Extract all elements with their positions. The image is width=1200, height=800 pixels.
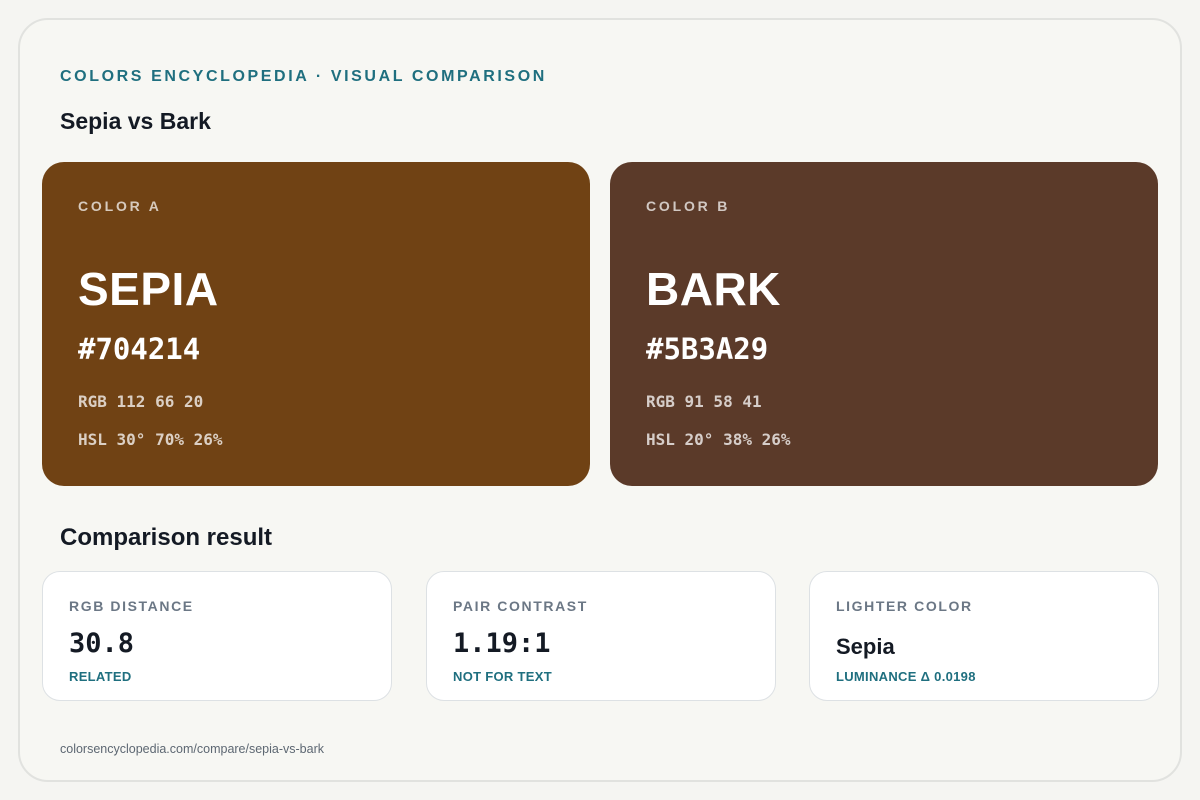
metric-label: RGB DISTANCE xyxy=(69,598,194,614)
color-a-hex: #704214 xyxy=(78,332,201,366)
color-b-hex: #5B3A29 xyxy=(646,332,769,366)
color-b-label: COLOR B xyxy=(646,198,731,214)
metric-lighter-color: LIGHTER COLOR Sepia LUMINANCE Δ 0.0198 xyxy=(809,571,1159,701)
color-a-hsl: HSL 30° 70% 26% xyxy=(78,430,223,449)
comparison-card: COLORS ENCYCLOPEDIA · VISUAL COMPARISON … xyxy=(18,18,1182,782)
site-eyebrow: COLORS ENCYCLOPEDIA · VISUAL COMPARISON xyxy=(60,68,547,85)
metric-value: 30.8 xyxy=(69,628,135,659)
swatch-color-b: COLOR B BARK #5B3A29 RGB 91 58 41 HSL 20… xyxy=(610,162,1158,486)
comparison-title: Comparison result xyxy=(60,524,273,551)
swatch-color-a: COLOR A SEPIA #704214 RGB 112 66 20 HSL … xyxy=(42,162,590,486)
metric-pair-contrast: PAIR CONTRAST 1.19:1 NOT FOR TEXT xyxy=(426,571,776,701)
metric-note: RELATED xyxy=(69,669,132,684)
page-title: Sepia vs Bark xyxy=(60,108,211,134)
color-b-hsl: HSL 20° 38% 26% xyxy=(646,430,791,449)
metric-note: LUMINANCE Δ 0.0198 xyxy=(836,669,976,684)
page-url[interactable]: colorsencyclopedia.com/compare/sepia-vs-… xyxy=(60,742,324,756)
metric-label: PAIR CONTRAST xyxy=(453,598,588,614)
color-a-label: COLOR A xyxy=(78,198,162,214)
metric-value: Sepia xyxy=(836,634,895,659)
metric-note: NOT FOR TEXT xyxy=(453,669,552,684)
metric-value: 1.19:1 xyxy=(453,628,551,659)
color-b-name: BARK xyxy=(646,263,781,315)
metric-label: LIGHTER COLOR xyxy=(836,598,973,614)
color-a-rgb: RGB 112 66 20 xyxy=(78,392,204,411)
metric-rgb-distance: RGB DISTANCE 30.8 RELATED xyxy=(42,571,392,701)
color-b-rgb: RGB 91 58 41 xyxy=(646,392,762,411)
color-a-name: SEPIA xyxy=(78,263,219,315)
